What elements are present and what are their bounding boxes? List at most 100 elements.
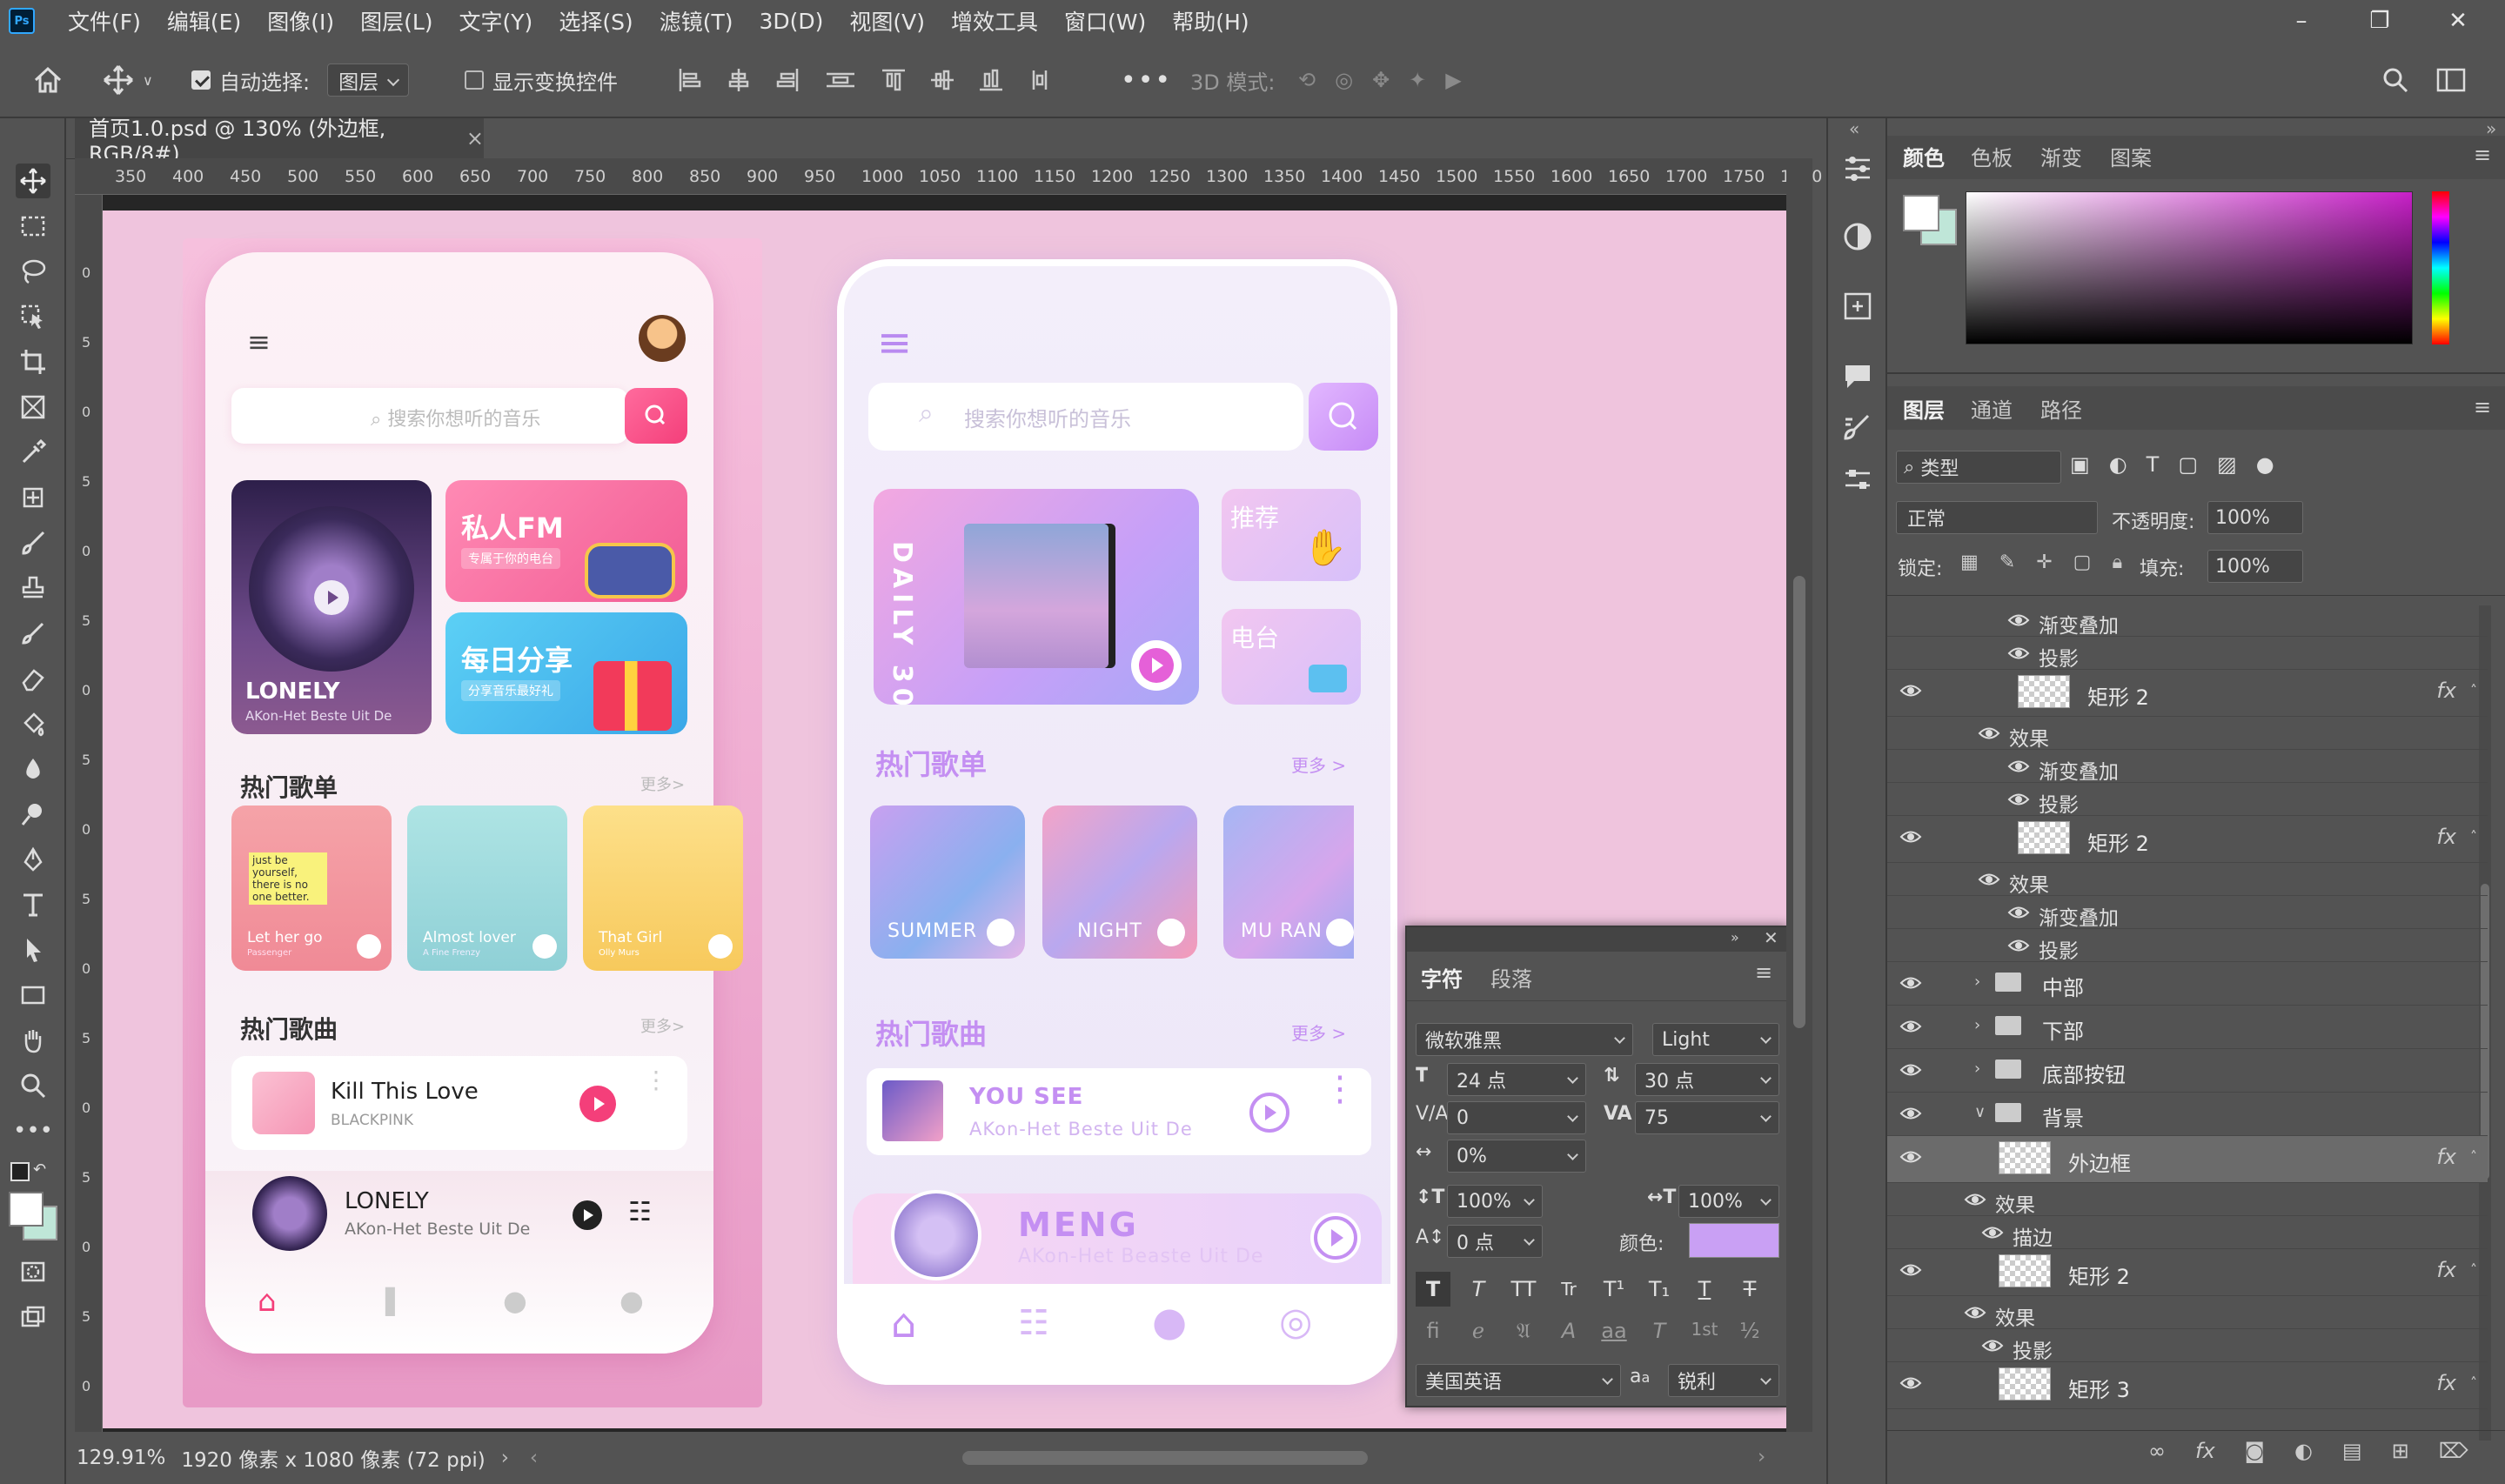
layer-visibility-eye-icon[interactable] <box>1899 1262 1922 1278</box>
color-field[interactable] <box>1966 191 2413 344</box>
proportional-spacing-field[interactable]: 0% <box>1447 1140 1586 1173</box>
old-style-button[interactable]: ℯ <box>1461 1319 1496 1343</box>
chevron-down-icon[interactable]: ∨ <box>1974 1103 1986 1121</box>
filter-type-icon[interactable]: T <box>2147 452 2160 477</box>
layer-effect-row[interactable]: 渐变叠加 <box>1887 604 2488 638</box>
layer-effect-row[interactable]: 投影 <box>1887 929 2488 963</box>
cover-night[interactable]: NIGHT <box>1042 806 1197 959</box>
styles-icon[interactable] <box>1840 219 1875 254</box>
play-icon[interactable] <box>1310 1213 1361 1263</box>
hot-list-more[interactable]: 更多 > <box>1291 752 1346 777</box>
ornaments-button[interactable]: T <box>1642 1319 1677 1343</box>
radio-card[interactable]: 电台 <box>1222 609 1361 705</box>
zoom-tool-icon[interactable] <box>16 1068 50 1103</box>
nav-chat-icon[interactable]: ● <box>503 1284 527 1317</box>
panel-menu-icon[interactable]: ≡ <box>1755 960 1772 985</box>
filter-pixel-icon[interactable]: ▣ <box>2070 452 2090 477</box>
chevron-right-icon[interactable]: › <box>1974 1060 1980 1078</box>
play-icon[interactable] <box>1326 919 1354 946</box>
cover-summer[interactable]: SUMMER <box>870 806 1025 959</box>
eraser-icon[interactable] <box>16 661 50 696</box>
layer-effect-row[interactable]: 渐变叠加 <box>1887 750 2488 784</box>
playlist-card-3[interactable]: That Girl Olly Murs <box>583 806 743 971</box>
path-select-icon[interactable] <box>16 933 50 967</box>
menu-edit[interactable]: 编辑(E) <box>167 5 241 37</box>
3d-camera-icon[interactable]: ▶ <box>1445 68 1461 92</box>
effect-visibility-eye-icon[interactable] <box>2007 792 2030 807</box>
new-group-icon[interactable]: ▤ <box>2342 1439 2362 1463</box>
type-tool-icon[interactable] <box>16 887 50 922</box>
layers-menu-icon[interactable]: ≡ <box>2474 395 2491 419</box>
menu-file[interactable]: 文件(F) <box>68 5 141 37</box>
play-icon[interactable] <box>573 1200 602 1230</box>
foreground-color-swatch[interactable] <box>9 1192 44 1227</box>
language-dropdown[interactable]: 美国英语 <box>1416 1364 1621 1397</box>
kerning-field[interactable]: 0 <box>1447 1101 1586 1134</box>
equalizer-icon[interactable]: ☷ <box>628 1197 652 1227</box>
collapse-panel-icon[interactable]: » <box>1731 929 1739 946</box>
swash-button[interactable]: 𝔄 <box>1506 1319 1541 1343</box>
all-caps-button[interactable]: TT <box>1506 1272 1541 1307</box>
faux-bold-button[interactable]: T <box>1416 1272 1450 1307</box>
close-window-icon[interactable]: ✕ <box>2419 0 2497 42</box>
menu-layer[interactable]: 图层(L) <box>360 5 432 37</box>
move-tool-icon[interactable] <box>16 164 50 198</box>
tab-layers[interactable]: 图层 <box>1903 393 1945 424</box>
chevron-right-icon[interactable]: › <box>1974 973 1980 991</box>
faux-italic-button[interactable]: T <box>1461 1272 1496 1307</box>
collapse-icon[interactable]: « <box>1849 118 1859 139</box>
layer-effect-row[interactable]: 效果 <box>1887 717 2488 751</box>
effect-visibility-eye-icon[interactable] <box>1981 1338 2004 1354</box>
more-vert-icon[interactable]: ⋮ <box>644 1068 668 1093</box>
workspace-icon[interactable] <box>2436 42 2466 118</box>
layer-row[interactable]: 外边框 fx ˄ <box>1887 1136 2488 1183</box>
lock-position-icon[interactable]: ✛ <box>2036 551 2052 573</box>
tab-paths[interactable]: 路径 <box>2040 393 2082 424</box>
scroll-right-icon[interactable]: › <box>1758 1446 1765 1468</box>
object-select-icon[interactable] <box>16 299 50 334</box>
align-hcenter-icon[interactable] <box>726 67 752 93</box>
filter-shape-icon[interactable]: ▢ <box>2178 452 2198 477</box>
search-icon[interactable] <box>2382 42 2408 118</box>
album-card-lonely[interactable]: LONELY AKon-Het Beste Uit De <box>231 480 432 734</box>
song-row[interactable]: YOU SEE AKon-Het Beste Uit De ⋮ <box>867 1068 1371 1155</box>
chevron-right-icon[interactable]: › <box>1974 1016 1980 1034</box>
effect-visibility-eye-icon[interactable] <box>2007 759 2030 774</box>
paint-bucket-icon[interactable] <box>16 706 50 741</box>
layer-fx-icon[interactable]: fx <box>2436 1145 2456 1169</box>
lock-pixels-icon[interactable]: ✎ <box>1999 551 2015 573</box>
zoom-level[interactable]: 129.91% <box>77 1447 165 1469</box>
color-menu-icon[interactable]: ≡ <box>2474 143 2491 167</box>
status-arrow-icon[interactable]: › <box>501 1447 509 1469</box>
properties-icon[interactable] <box>1840 463 1875 498</box>
font-size-field[interactable]: 24 点 <box>1447 1063 1586 1096</box>
rectangle-tool-icon[interactable] <box>16 978 50 1013</box>
hamburger-icon[interactable]: ≡ <box>247 325 271 358</box>
playlist-card-2[interactable]: Almost lover A Fine Frenzy <box>407 806 567 971</box>
hot-songs-more[interactable]: 更多> <box>640 1014 685 1037</box>
marquee-tool-icon[interactable] <box>16 209 50 244</box>
hamburger-icon[interactable]: ≡ <box>877 318 912 367</box>
avatar[interactable] <box>639 315 686 362</box>
layer-group[interactable]: › 底部按钮 <box>1887 1049 2488 1093</box>
play-icon[interactable] <box>987 919 1015 946</box>
hot-list-more[interactable]: 更多> <box>640 772 685 795</box>
layer-effect-row[interactable]: 效果 <box>1887 1296 2488 1330</box>
baseline-shift-field[interactable]: 0 点 <box>1447 1225 1543 1258</box>
3d-orbit-icon[interactable]: ⟲ <box>1298 68 1316 92</box>
nav-chat-icon[interactable]: ● <box>1152 1298 1187 1345</box>
effects-visibility-eye-icon[interactable] <box>1978 725 2000 741</box>
nav-profile-icon[interactable]: ● <box>620 1284 644 1317</box>
layer-filter-dropdown[interactable]: ⌕ 类型 <box>1896 451 2061 484</box>
screen-mode-icon[interactable] <box>16 1300 50 1334</box>
layer-visibility-eye-icon[interactable] <box>1899 1106 1922 1121</box>
leading-field[interactable]: 30 点 <box>1635 1063 1779 1096</box>
search-bar[interactable]: ⌕ 搜索你想听的音乐 <box>231 388 628 444</box>
brushes-icon[interactable] <box>1840 411 1875 445</box>
lock-transparent-icon[interactable]: ▦ <box>1960 551 1979 573</box>
layer-fx-icon[interactable]: fx <box>2436 678 2456 703</box>
3d-roll-icon[interactable]: ◎ <box>1335 68 1353 92</box>
layer-effect-row[interactable]: 投影 <box>1887 637 2488 671</box>
layer-visibility-eye-icon[interactable] <box>1899 683 1922 699</box>
horizontal-scrollbar[interactable] <box>962 1451 1368 1465</box>
